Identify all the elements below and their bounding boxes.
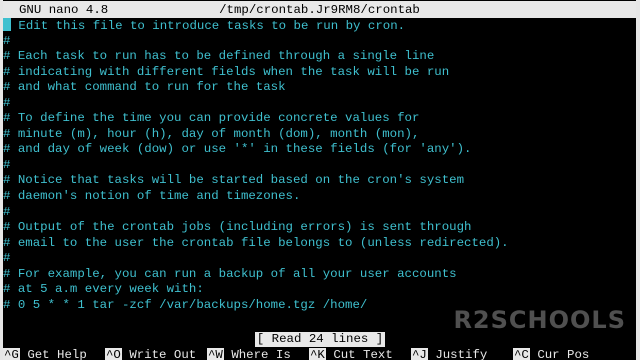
- editor-line[interactable]: # Notice that tasks will be started base…: [3, 173, 636, 189]
- editor-line[interactable]: # at 5 a.m every week with:: [3, 282, 636, 298]
- editor-line[interactable]: Edit this file to introduce tasks to be …: [3, 18, 636, 34]
- file-path: /tmp/crontab.Jr9RM8/crontab: [219, 3, 420, 17]
- shortcut-key: ^O: [105, 348, 122, 360]
- editor-line[interactable]: # email to the user the crontab file bel…: [3, 236, 636, 252]
- editor-line[interactable]: # Each task to run has to be defined thr…: [3, 49, 636, 65]
- editor-line[interactable]: #: [3, 96, 636, 112]
- shortcut-justify[interactable]: ^J Justify: [411, 348, 487, 360]
- editor-line[interactable]: #: [3, 251, 636, 267]
- window-right-edge: [636, 0, 640, 360]
- editor-line[interactable]: #: [3, 205, 636, 221]
- status-message: [ Read 24 lines ]: [254, 332, 386, 347]
- editor-line[interactable]: # Output of the crontab jobs (including …: [3, 220, 636, 236]
- shortcut-label: Justify: [435, 348, 488, 360]
- editor-line[interactable]: # and day of week (dow) or use '*' in th…: [3, 142, 636, 158]
- nano-title-bar: GNU nano 4.8 /tmp/crontab.Jr9RM8/crontab: [3, 1, 636, 18]
- editor-line[interactable]: #: [3, 34, 636, 50]
- shortcut-cut-text[interactable]: ^K Cut Text: [309, 348, 393, 360]
- terminal-window: GNU nano 4.8 /tmp/crontab.Jr9RM8/crontab…: [0, 0, 640, 360]
- shortcut-label: Where Is: [231, 348, 291, 360]
- editor-line[interactable]: # and what command to run for the task: [3, 80, 636, 96]
- watermark-logo: R2SCHOOLS: [453, 306, 626, 334]
- editor-line[interactable]: # To define the time you can provide con…: [3, 111, 636, 127]
- shortcut-bar: ^G Get Help ^O Write Out ^W Where Is ^K …: [3, 348, 636, 360]
- editor-line[interactable]: # minute (m), hour (h), day of month (do…: [3, 127, 636, 143]
- editor-line[interactable]: # For example, you can run a backup of a…: [3, 267, 636, 283]
- shortcut-key: ^J: [411, 348, 428, 360]
- editor-line[interactable]: #: [3, 158, 636, 174]
- editor-line[interactable]: # daemon's notion of time and timezones.: [3, 189, 636, 205]
- shortcut-cur-pos[interactable]: ^C Cur Pos: [513, 348, 589, 360]
- shortcut-key: ^G: [3, 348, 20, 360]
- shortcut-label: Cur Pos: [537, 348, 590, 360]
- shortcut-key: ^C: [513, 348, 530, 360]
- shortcut-label: Cut Text: [333, 348, 393, 360]
- shortcut-label: Get Help: [27, 348, 87, 360]
- editor-line[interactable]: # indicating with different fields when …: [3, 65, 636, 81]
- shortcut-label: Write Out: [129, 348, 197, 360]
- shortcut-get-help[interactable]: ^G Get Help: [3, 348, 87, 360]
- shortcut-write-out[interactable]: ^O Write Out: [105, 348, 196, 360]
- shortcut-key: ^K: [309, 348, 326, 360]
- shortcut-where-is[interactable]: ^W Where Is: [207, 348, 291, 360]
- shortcut-key: ^W: [207, 348, 224, 360]
- text-cursor: [3, 18, 11, 31]
- status-bar: [ Read 24 lines ]: [0, 332, 640, 348]
- editor-buffer[interactable]: Edit this file to introduce tasks to be …: [3, 18, 636, 313]
